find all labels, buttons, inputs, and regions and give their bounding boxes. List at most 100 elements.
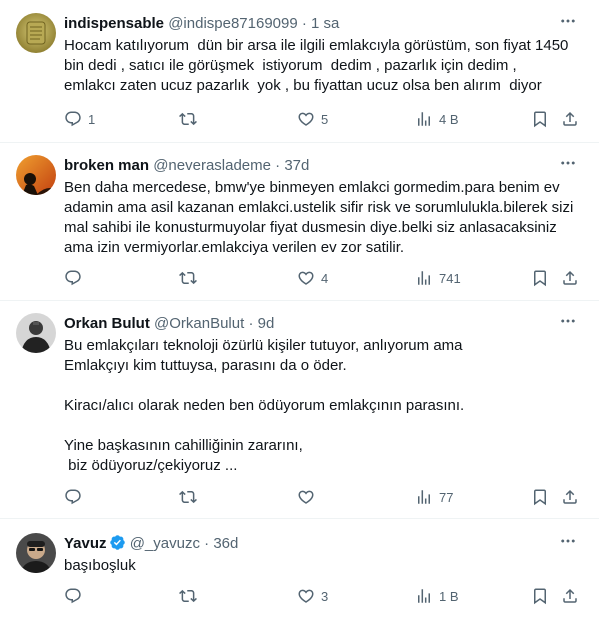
retweet-button[interactable] bbox=[179, 487, 203, 507]
verified-badge-icon bbox=[109, 535, 125, 550]
share-icon bbox=[561, 488, 579, 506]
reply-button[interactable] bbox=[64, 487, 88, 507]
like-count: 5 bbox=[321, 111, 329, 127]
views-icon bbox=[415, 488, 433, 506]
user-handle[interactable]: @_yavuzc bbox=[130, 535, 200, 552]
views-button[interactable]: 1 B bbox=[415, 586, 459, 606]
bookmark-icon bbox=[531, 587, 549, 605]
like-button[interactable]: 5 bbox=[297, 109, 328, 129]
share-icon bbox=[561, 269, 579, 287]
avatar[interactable] bbox=[16, 533, 56, 573]
like-icon bbox=[297, 269, 315, 287]
timestamp[interactable]: 36d bbox=[213, 535, 238, 552]
timestamp[interactable]: 9d bbox=[258, 315, 275, 332]
timestamp[interactable]: 37d bbox=[284, 157, 309, 174]
tweet-text: Ben daha mercedese, bmw'ye binmeyen emla… bbox=[64, 179, 578, 256]
views-icon bbox=[415, 587, 433, 605]
tweet-header: Yavuz @_yavuzc · 36d bbox=[64, 534, 585, 554]
tweet-actions: 4 741 bbox=[64, 268, 589, 288]
tweet-header: broken man @neveraslademe · 37d bbox=[64, 156, 585, 176]
view-count: 741 bbox=[439, 270, 461, 286]
like-icon bbox=[297, 110, 315, 128]
view-count: 4 B bbox=[439, 111, 459, 127]
view-count: 1 B bbox=[439, 588, 459, 604]
like-count: 4 bbox=[321, 270, 329, 286]
retweet-icon bbox=[179, 587, 197, 605]
avatar[interactable] bbox=[16, 13, 56, 53]
bookmark-button[interactable] bbox=[531, 109, 549, 129]
user-handle[interactable]: @indispe87169099 bbox=[168, 15, 298, 32]
views-icon bbox=[415, 110, 433, 128]
bookmark-icon bbox=[531, 110, 549, 128]
retweet-button[interactable] bbox=[179, 109, 203, 129]
like-button[interactable]: 3 bbox=[297, 586, 328, 606]
avatar-image bbox=[16, 533, 56, 573]
user-handle[interactable]: @OrkanBulut bbox=[154, 315, 244, 332]
avatar[interactable] bbox=[16, 155, 56, 195]
share-button[interactable] bbox=[561, 109, 579, 129]
share-icon bbox=[561, 587, 579, 605]
separator-dot: · bbox=[275, 157, 281, 174]
share-button[interactable] bbox=[561, 487, 579, 507]
reply-button[interactable] bbox=[64, 586, 88, 606]
tweet-text: Bu emlakçıları teknoloji özürlü kişiler … bbox=[64, 337, 465, 474]
like-button[interactable] bbox=[297, 487, 321, 507]
views-icon bbox=[415, 269, 433, 287]
like-count: 3 bbox=[321, 588, 329, 604]
user-handle[interactable]: @neveraslademe bbox=[153, 157, 271, 174]
separator-dot: · bbox=[248, 315, 254, 332]
views-button[interactable]: 741 bbox=[415, 268, 461, 288]
share-icon bbox=[561, 110, 579, 128]
separator-dot: · bbox=[204, 535, 210, 552]
reply-button[interactable] bbox=[64, 268, 88, 288]
reply-icon bbox=[64, 587, 82, 605]
display-name[interactable]: indispensable bbox=[64, 15, 164, 32]
timestamp[interactable]: 1 sa bbox=[311, 15, 339, 32]
like-icon bbox=[297, 488, 315, 506]
bookmark-button[interactable] bbox=[531, 268, 549, 288]
views-button[interactable]: 77 bbox=[415, 487, 453, 507]
more-icon[interactable] bbox=[559, 12, 579, 32]
retweet-icon bbox=[179, 269, 197, 287]
more-icon[interactable] bbox=[559, 312, 579, 332]
reply-icon bbox=[64, 269, 82, 287]
reply-feed: indispensable @indispe87169099 · 1 sa Ho… bbox=[0, 0, 599, 621]
more-icon[interactable] bbox=[559, 532, 579, 552]
retweet-icon bbox=[179, 488, 197, 506]
display-name[interactable]: Orkan Bulut bbox=[64, 315, 150, 332]
reply-button[interactable]: 1 bbox=[64, 109, 95, 129]
tweet-header: indispensable @indispe87169099 · 1 sa bbox=[64, 14, 585, 34]
separator-dot: · bbox=[301, 15, 307, 32]
avatar-image bbox=[16, 13, 56, 53]
views-button[interactable]: 4 B bbox=[415, 109, 459, 129]
tweet[interactable]: Orkan Bulut @OrkanBulut · 9d Bu emlakçıl… bbox=[0, 301, 599, 519]
tweet[interactable]: broken man @neveraslademe · 37d Ben daha… bbox=[0, 143, 599, 301]
tweet[interactable]: indispensable @indispe87169099 · 1 sa Ho… bbox=[0, 0, 599, 143]
share-button[interactable] bbox=[561, 268, 579, 288]
reply-icon bbox=[64, 110, 82, 128]
reply-icon bbox=[64, 488, 82, 506]
retweet-icon bbox=[179, 110, 197, 128]
retweet-button[interactable] bbox=[179, 586, 203, 606]
avatar-image bbox=[16, 155, 56, 195]
bookmark-icon bbox=[531, 269, 549, 287]
tweet-text: başıboşluk bbox=[64, 557, 136, 574]
retweet-button[interactable] bbox=[179, 268, 203, 288]
bookmark-button[interactable] bbox=[531, 487, 549, 507]
display-name[interactable]: broken man bbox=[64, 157, 149, 174]
display-name[interactable]: Yavuz bbox=[64, 535, 107, 552]
avatar-image bbox=[16, 313, 56, 353]
tweet-actions: 1 5 4 B bbox=[64, 109, 589, 129]
tweet-text: Hocam katılıyorum dün bir arsa ile ilgil… bbox=[64, 37, 569, 94]
like-button[interactable]: 4 bbox=[297, 268, 328, 288]
bookmark-icon bbox=[531, 488, 549, 506]
view-count: 77 bbox=[439, 489, 454, 505]
bookmark-button[interactable] bbox=[531, 586, 549, 606]
avatar[interactable] bbox=[16, 313, 56, 353]
like-icon bbox=[297, 587, 315, 605]
tweet[interactable]: Yavuz @_yavuzc · 36d başıboşluk 3 1 B bbox=[0, 519, 599, 621]
tweet-actions: 3 1 B bbox=[64, 586, 589, 606]
tweet-actions: 77 bbox=[64, 487, 589, 507]
share-button[interactable] bbox=[561, 586, 579, 606]
more-icon[interactable] bbox=[559, 154, 579, 174]
